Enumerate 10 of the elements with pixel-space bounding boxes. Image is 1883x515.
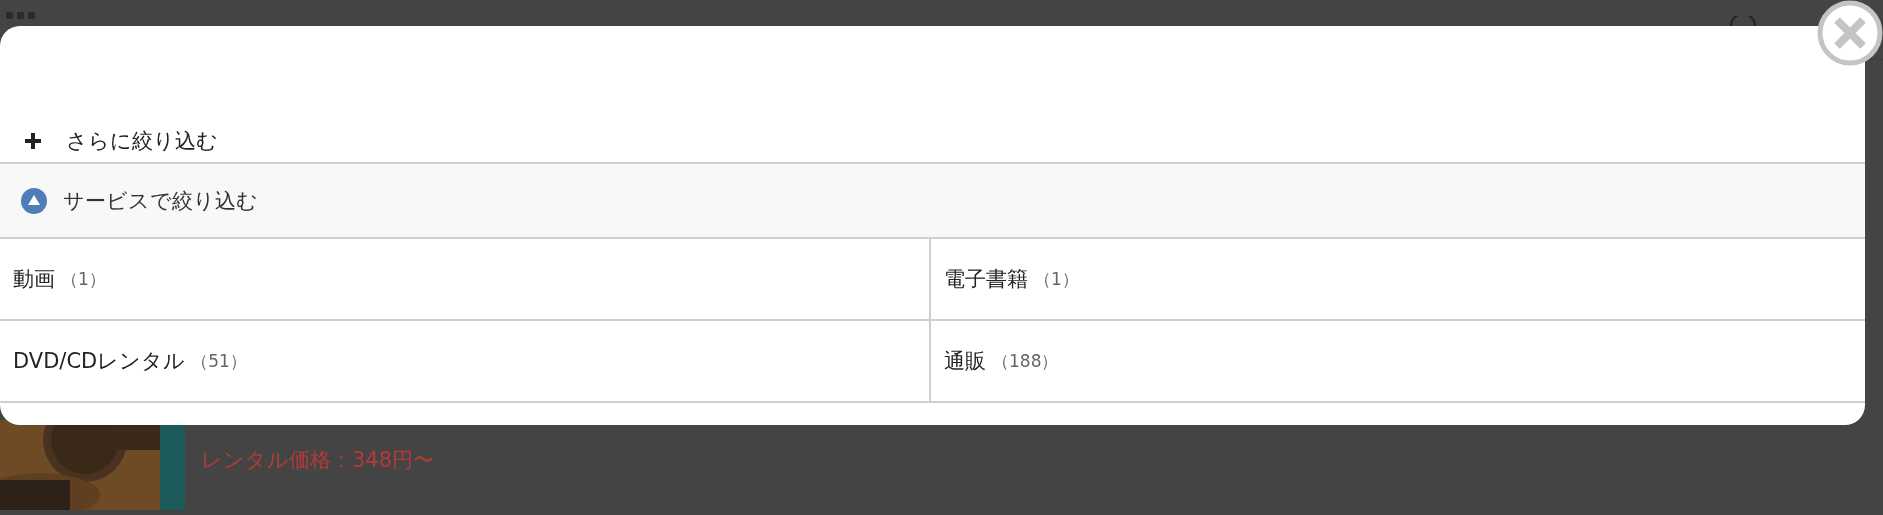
service-option[interactable]: 通販 （188）	[931, 321, 1865, 403]
section-header[interactable]: サービスで絞り込む	[0, 164, 1865, 239]
service-option[interactable]: 動画 （1）	[0, 239, 931, 321]
service-option[interactable]: 電子書籍 （1）	[931, 239, 1865, 321]
service-option[interactable]: DVD/CDレンタル （51）	[0, 321, 931, 403]
rental-price: レンタル価格：348円〜	[201, 447, 435, 474]
more-filter-label: さらに絞り込む	[66, 128, 218, 155]
plus-icon	[24, 132, 42, 150]
close-icon[interactable]	[1817, 0, 1883, 66]
section-title: サービスで絞り込む	[63, 187, 258, 215]
